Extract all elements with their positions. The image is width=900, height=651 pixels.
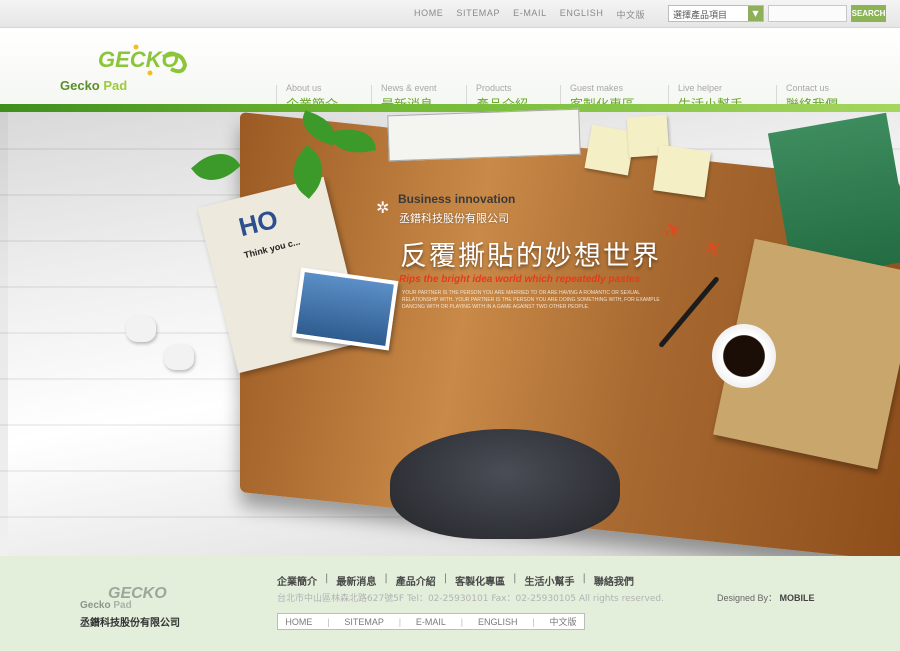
header: GECKO Gecko Pad About us 企業簡介 News & eve…: [0, 29, 900, 113]
separator: |: [532, 616, 535, 627]
footer-nav-item[interactable]: 產品介紹: [396, 573, 436, 588]
separator: |: [582, 573, 586, 584]
nav-label-en: Products: [476, 83, 512, 93]
star-icon: ✲: [376, 200, 390, 217]
desk-calendar: [387, 108, 581, 162]
separator: |: [513, 573, 517, 584]
hero-banner: HO Think you c... ✈ ✈ ✲ Business innovat…: [0, 104, 900, 556]
designer-credit: Designed By： MOBILE: [717, 591, 815, 604]
footer: GECKO Gecko Pad 丞鐠科技股份有限公司 企業簡介 | 最新消息 | 產…: [0, 556, 900, 651]
hero-company-name: 丞鐠科技股份有限公司: [399, 212, 509, 225]
product-select[interactable]: 選擇產品項目 ▼: [668, 5, 764, 22]
nav-label-en: Guest makes: [570, 83, 624, 93]
separator: |: [327, 616, 330, 627]
office-chair: [390, 429, 620, 539]
footer-logo-word-gecko: Gecko: [80, 600, 111, 611]
hero-subheadline: Rips the bright idea world which repeate…: [399, 274, 641, 285]
designed-by-label: Designed By：: [717, 593, 778, 603]
separator: |: [443, 573, 448, 584]
nav-label-en: News & event: [381, 83, 437, 93]
footer-logo-word-pad: Pad: [113, 600, 132, 611]
separator: |: [460, 616, 464, 627]
crumpled-paper: [164, 344, 194, 370]
separator: |: [325, 573, 329, 584]
top-utility-bar: HOME SITEMAP E-MAIL ENGLISH 中文版 選擇產品項目 ▼…: [0, 0, 900, 28]
nav-label-en: About us: [286, 83, 322, 93]
footer-address: 台北市中山區林森北路627號5F Tel：02-25930101 Fax：02-…: [277, 594, 664, 604]
footer-link-home[interactable]: HOME: [285, 617, 312, 627]
footer-nav-item[interactable]: 企業簡介: [277, 573, 317, 588]
gecko-spot-icon: [147, 70, 153, 76]
coffee-cup-icon: [712, 324, 776, 388]
designer-name[interactable]: MOBILE: [780, 593, 815, 603]
top-link-email[interactable]: E-MAIL: [513, 8, 547, 21]
logo-word-pad: Pad: [103, 78, 128, 93]
footer-nav-item[interactable]: 客製化專區: [455, 573, 505, 588]
separator: |: [384, 573, 388, 584]
footer-link-english[interactable]: ENGLISH: [478, 617, 518, 627]
newspaper-headline: HO: [235, 203, 281, 243]
footer-company-name: 丞鐠科技股份有限公司: [80, 618, 180, 629]
top-link-home[interactable]: HOME: [414, 8, 443, 21]
city-photo: [291, 267, 399, 351]
top-link-english[interactable]: ENGLISH: [560, 8, 604, 21]
footer-nav-item[interactable]: 聯絡我們: [594, 573, 634, 588]
hero-body-text: YOUR PARTNER IS THE PERSON YOU ARE MARRI…: [402, 290, 660, 310]
top-link-sitemap[interactable]: SITEMAP: [456, 8, 500, 21]
nav-label-en: Live helper: [678, 83, 723, 93]
top-link-chinese[interactable]: 中文版: [616, 8, 645, 21]
footer-link-email[interactable]: E-MAIL: [416, 617, 446, 627]
footer-links: HOME | SITEMAP | E-MAIL | ENGLISH | 中文版: [277, 613, 585, 630]
hero-headline: 反覆撕貼的妙想世界: [400, 241, 661, 272]
footer-nav: 企業簡介 | 最新消息 | 產品介紹 | 客製化專區 | 生活小幫手 | 聯絡我們: [277, 573, 634, 588]
search-button[interactable]: SEARCH: [851, 5, 886, 22]
footer-nav-item[interactable]: 生活小幫手: [525, 573, 575, 588]
footer-link-sitemap[interactable]: SITEMAP: [344, 617, 384, 627]
nav-label-en: Contact us: [786, 83, 830, 93]
top-links: HOME SITEMAP E-MAIL ENGLISH 中文版: [414, 8, 645, 21]
footer-logo-wordmark: Gecko Pad: [80, 600, 132, 611]
footer-nav-item[interactable]: 最新消息: [336, 573, 376, 588]
sticky-note: [653, 144, 711, 198]
hero-business-label: Business innovation: [398, 192, 516, 206]
gecko-spot-icon: [133, 44, 139, 50]
search-input[interactable]: [768, 5, 847, 22]
logo-mark-text: GECKO: [98, 47, 179, 72]
logo-wordmark: Gecko Pad: [60, 78, 127, 93]
separator: |: [398, 616, 402, 627]
chevron-down-icon[interactable]: ▼: [748, 6, 763, 21]
footer-link-chinese[interactable]: 中文版: [549, 615, 576, 628]
crumpled-paper: [126, 316, 156, 342]
product-select-value: 選擇產品項目: [673, 11, 728, 21]
logo-word-gecko: Gecko: [60, 78, 100, 93]
